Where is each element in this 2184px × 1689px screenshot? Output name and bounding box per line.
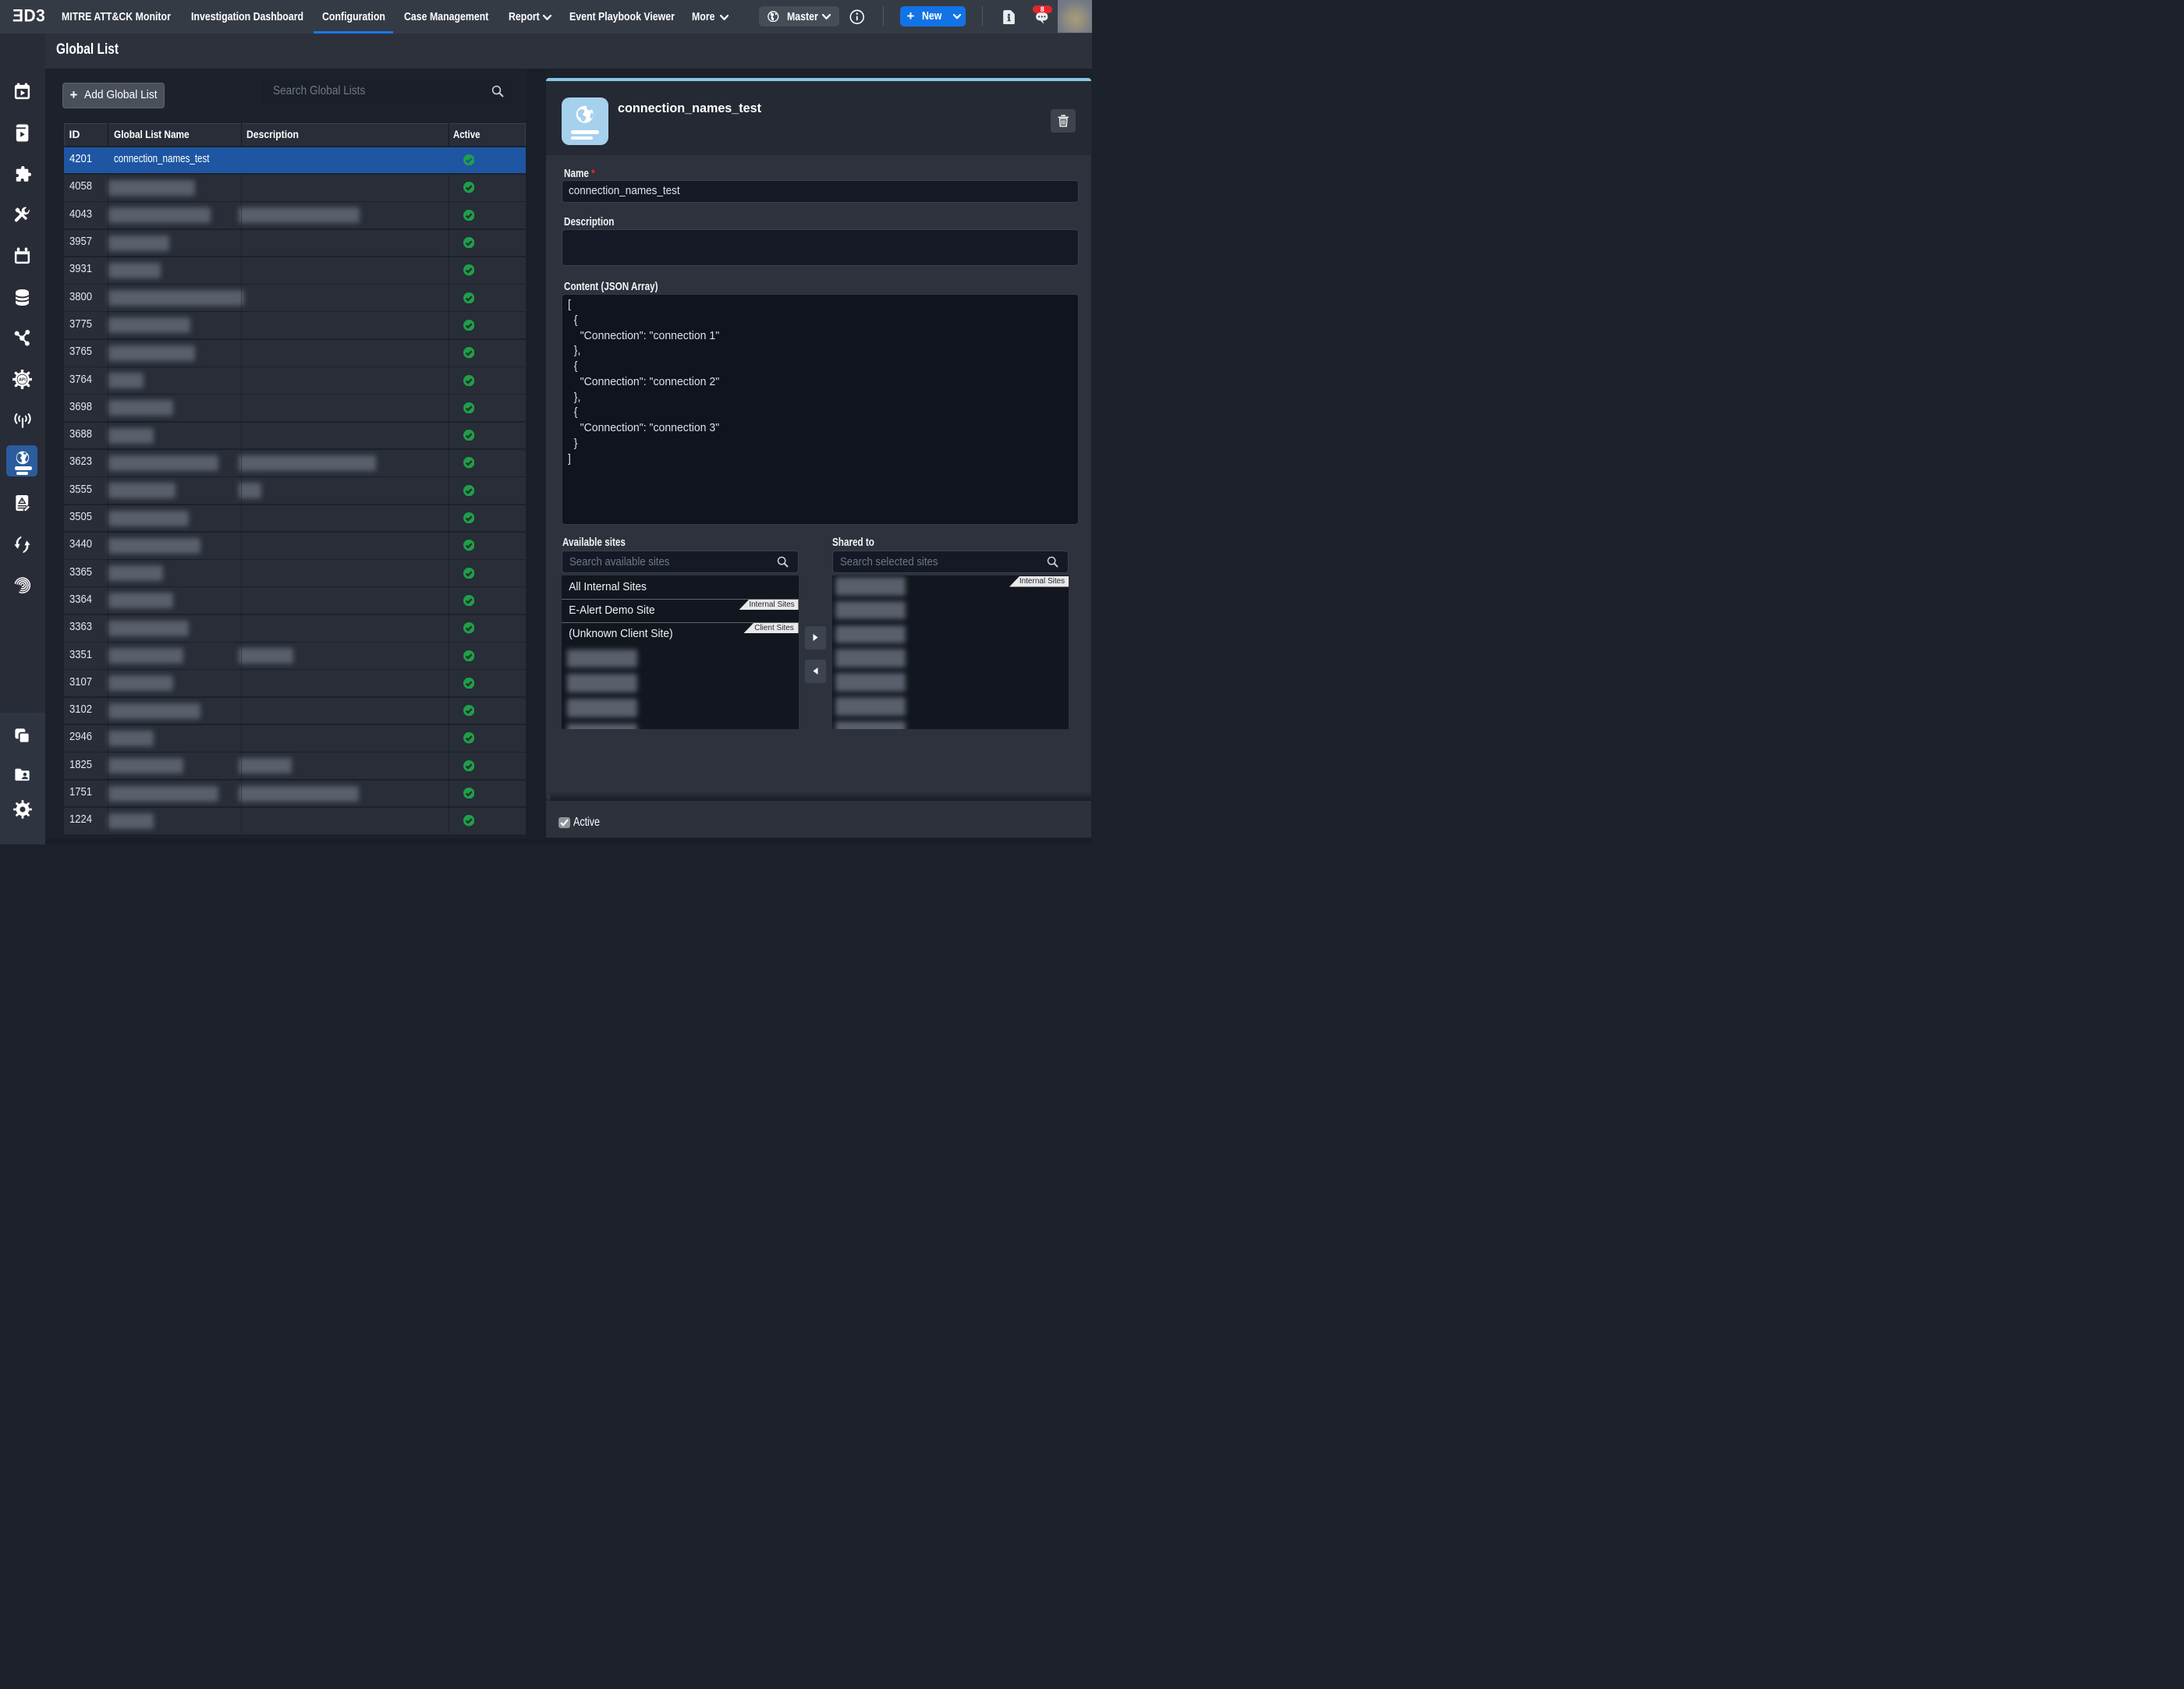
svg-text:API: API (19, 377, 26, 382)
